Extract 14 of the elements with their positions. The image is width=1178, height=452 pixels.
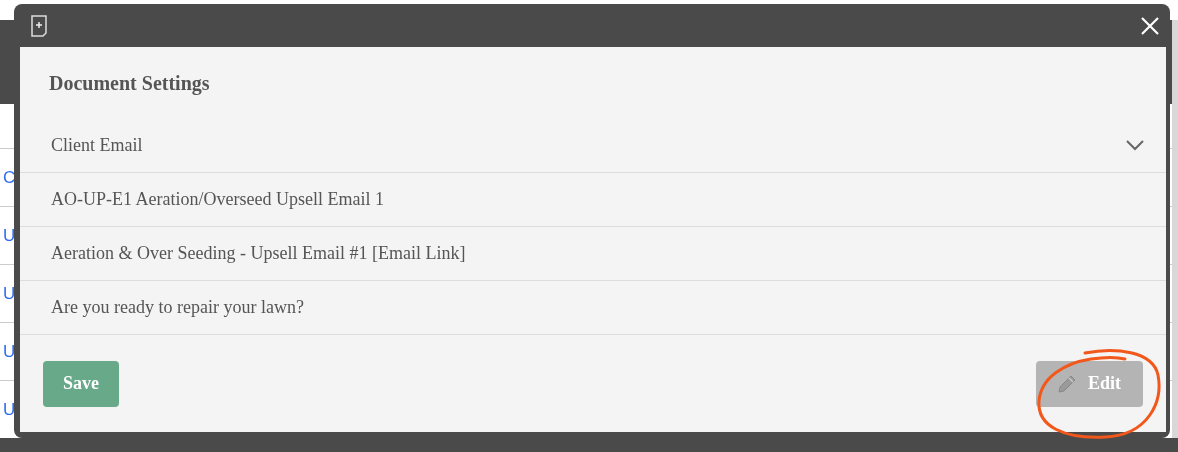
dropdown[interactable]: Client Email bbox=[20, 119, 1166, 173]
close-icon[interactable] bbox=[1140, 15, 1160, 36]
link[interactable]: C bbox=[3, 167, 16, 188]
field-value: Are you ready to repair your lawn? bbox=[51, 297, 304, 318]
link[interactable]: U bbox=[3, 341, 16, 362]
link[interactable]: U bbox=[3, 399, 16, 420]
link[interactable]: U bbox=[3, 225, 16, 246]
dialog-title: Document Settings bbox=[49, 71, 210, 95]
field-value: AO-UP-E1 Aeration/Overseed Upsell Email 1 bbox=[51, 189, 384, 210]
chevron-down-icon bbox=[1126, 140, 1144, 151]
link[interactable]: U bbox=[3, 283, 16, 304]
document-plus-icon[interactable] bbox=[30, 14, 48, 37]
save-button[interactable]: Save bbox=[43, 360, 119, 407]
field-value: Aeration & Over Seeding - Upsell Email #1 [Email Link] bbox=[51, 243, 466, 264]
